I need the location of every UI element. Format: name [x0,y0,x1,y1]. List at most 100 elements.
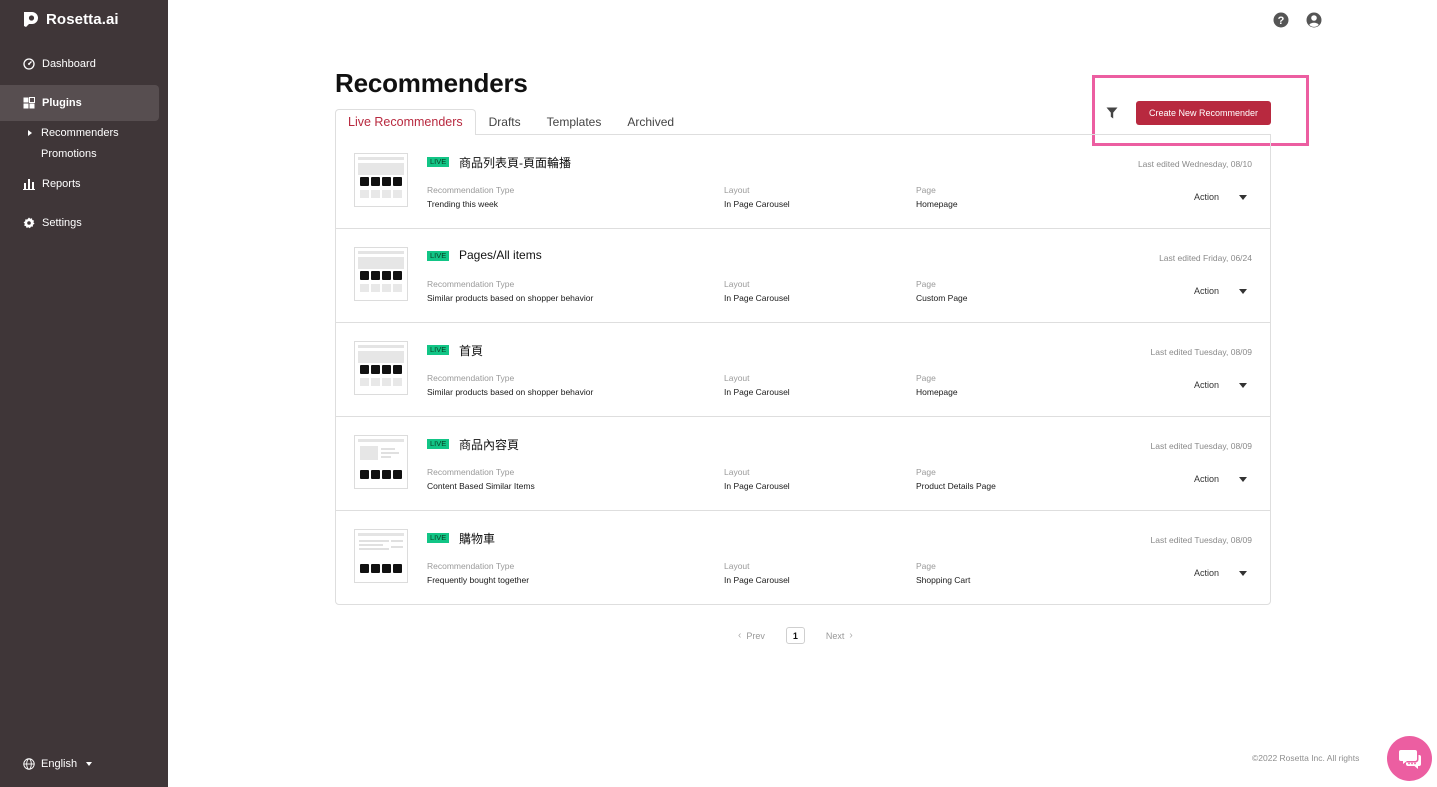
tab-archived[interactable]: Archived [614,109,687,135]
recommender-thumbnail [354,153,408,207]
page-value: Custom Page [916,293,968,303]
caret-down-icon [1239,382,1248,388]
prev-label: Prev [746,630,765,641]
recommender-list: LIVE 商品列表頁-頁面輪播 Last edited Wednesday, 0… [335,134,1271,605]
recommender-title[interactable]: 商品列表頁-頁面輪播 [459,154,571,171]
layout-label: Layout [724,373,750,383]
type-label: Recommendation Type [427,373,515,383]
sidebar-item-reports[interactable]: Reports [0,166,159,202]
next-page-button[interactable]: Next › [826,630,853,641]
action-label: Action [1194,380,1220,390]
action-label: Action [1194,192,1220,202]
recommender-title[interactable]: 購物車 [459,530,495,547]
language-selector[interactable]: English [23,758,93,770]
action-dropdown[interactable]: Action [1194,568,1248,578]
tab-bar: Live Recommenders Drafts Templates Archi… [335,109,687,135]
last-edited: Last edited Wednesday, 08/10 [1137,159,1252,169]
chevron-right-icon: › [849,630,853,641]
sidebar: Rosetta.ai Dashboard Plugins Recommender… [0,0,168,787]
next-label: Next [825,630,845,641]
layout-label: Layout [724,467,750,477]
chat-icon [1398,749,1421,769]
dashboard-icon [23,58,35,70]
caret-down-icon [1239,194,1248,200]
page-value: Homepage [916,199,958,209]
recommender-title[interactable]: Pages/All items [459,248,542,262]
create-new-recommender-button[interactable]: Create New Recommender [1136,101,1271,125]
action-dropdown[interactable]: Action [1194,286,1248,296]
tab-drafts[interactable]: Drafts [476,109,534,135]
page-value: Homepage [916,387,958,397]
sidebar-item-label: Reports [42,178,81,190]
sidebar-item-settings[interactable]: Settings [0,205,159,241]
last-edited: Last edited Tuesday, 08/09 [1150,441,1252,451]
recommender-row[interactable]: LIVE 商品列表頁-頁面輪播 Last edited Wednesday, 0… [336,135,1270,229]
chat-button[interactable] [1387,736,1432,781]
filter-icon[interactable] [1106,107,1118,119]
recommender-thumbnail [354,435,408,489]
action-dropdown[interactable]: Action [1194,380,1248,390]
sidebar-item-plugins[interactable]: Plugins [0,85,159,121]
sidebar-subitem-promotions[interactable]: Promotions [41,148,97,160]
type-value: Frequently bought together [427,575,530,585]
recommender-row[interactable]: LIVE 商品內容頁 Last edited Tuesday, 08/09 Re… [336,417,1270,511]
recommender-title[interactable]: 首頁 [459,342,483,359]
last-edited: Last edited Tuesday, 08/09 [1150,347,1252,357]
live-badge: LIVE [427,533,450,543]
brand[interactable]: Rosetta.ai [22,10,119,28]
sidebar-subitem-recommenders[interactable]: Recommenders [41,127,119,139]
page-label: Page [916,467,936,477]
language-label: English [41,758,78,770]
caret-down-icon [1239,570,1248,576]
plugins-icon [23,97,35,109]
rosetta-logo-icon [24,12,38,27]
page-number-button[interactable]: 1 [785,627,805,644]
sidebar-item-label: Plugins [42,97,82,109]
action-label: Action [1194,474,1220,484]
action-dropdown[interactable]: Action [1194,474,1248,484]
sidebar-item-label: Settings [42,217,82,229]
pagination: ‹ Prev 1 Next › [738,627,853,644]
globe-icon [23,758,35,770]
sidebar-item-label: Dashboard [42,58,96,70]
action-label: Action [1194,286,1220,296]
layout-value: In Page Carousel [724,293,790,303]
layout-label: Layout [724,279,750,289]
type-label: Recommendation Type [427,561,515,571]
type-value: Similar products based on shopper behavi… [427,387,594,397]
help-icon[interactable]: ? [1273,12,1289,28]
live-badge: LIVE [427,439,450,449]
page-value: Shopping Cart [916,575,971,585]
caret-right-icon [28,130,32,136]
live-badge: LIVE [427,251,450,261]
type-label: Recommendation Type [427,185,515,195]
caret-down-icon [1239,476,1248,482]
tab-live-recommenders[interactable]: Live Recommenders [335,109,476,135]
live-badge: LIVE [427,157,450,167]
svg-text:?: ? [1278,15,1285,27]
user-account-icon[interactable] [1306,12,1322,28]
gear-icon [23,217,35,229]
recommender-thumbnail [354,529,408,583]
caret-down-icon [1239,288,1248,294]
layout-value: In Page Carousel [724,481,790,491]
action-dropdown[interactable]: Action [1194,192,1248,202]
brand-name: Rosetta.ai [46,10,119,28]
sidebar-item-dashboard[interactable]: Dashboard [0,46,159,82]
page-label: Page [916,279,936,289]
copyright: ©2022 Rosetta Inc. All rights [1252,753,1360,763]
layout-label: Layout [724,185,750,195]
page-value: Product Details Page [916,481,996,491]
recommender-row[interactable]: LIVE 首頁 Last edited Tuesday, 08/09 Recom… [336,323,1270,417]
live-badge: LIVE [427,345,450,355]
recommender-row[interactable]: LIVE Pages/All items Last edited Friday,… [336,229,1270,323]
type-label: Recommendation Type [427,279,515,289]
recommender-row[interactable]: LIVE 購物車 Last edited Tuesday, 08/09 Reco… [336,511,1270,605]
tab-templates[interactable]: Templates [534,109,615,135]
reports-icon [23,179,35,190]
recommender-title[interactable]: 商品內容頁 [459,436,519,453]
prev-page-button[interactable]: ‹ Prev [738,630,765,641]
chevron-down-icon [86,762,93,766]
last-edited: Last edited Tuesday, 08/09 [1150,535,1252,545]
recommender-thumbnail [354,341,408,395]
